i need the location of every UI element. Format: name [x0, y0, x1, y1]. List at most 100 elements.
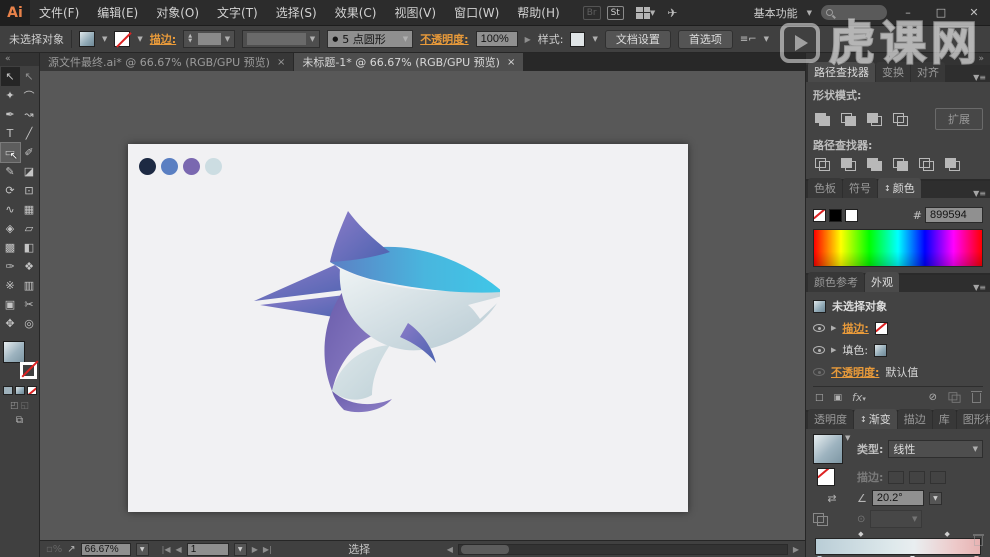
visibility-eye-icon[interactable]	[813, 324, 825, 332]
first-artboard-icon[interactable]: |◀	[162, 545, 171, 554]
gradient-midpoint-icon[interactable]: ◆	[858, 530, 863, 538]
menu-select[interactable]: 选择(S)	[267, 4, 326, 21]
opacity-field[interactable]	[476, 31, 518, 47]
gradient-type-dropdown[interactable]: 线性 ▼	[888, 440, 983, 458]
menu-help[interactable]: 帮助(H)	[508, 4, 568, 21]
opacity-arrow-icon[interactable]: ▶	[525, 35, 531, 44]
menu-effect[interactable]: 效果(C)	[326, 4, 386, 21]
reverse-gradient-icon[interactable]: ⇄	[813, 492, 851, 505]
line-segment-tool[interactable]: ╱	[20, 124, 39, 143]
fill-swatch-arrow-icon[interactable]: ▼	[102, 35, 107, 43]
gradient-fill-stroke-toggle[interactable]	[817, 468, 835, 486]
minus-front-icon[interactable]	[841, 113, 856, 126]
none-swatch[interactable]	[813, 209, 826, 222]
rotate-tool[interactable]: ⟳	[1, 181, 20, 200]
divide-icon[interactable]	[815, 158, 830, 171]
color-mode-button[interactable]	[3, 386, 13, 395]
stroke-color-indicator[interactable]	[20, 362, 37, 379]
gradient-bar[interactable]	[815, 538, 981, 555]
variable-width-dropdown[interactable]: ▼	[242, 30, 320, 48]
stroke-stepper-icon[interactable]: ▲▼	[188, 34, 194, 44]
menu-window[interactable]: 窗口(W)	[445, 4, 508, 21]
appearance-fill-swatch[interactable]	[874, 344, 887, 357]
delete-item-icon[interactable]	[972, 393, 981, 403]
free-transform-tool[interactable]: ⊡	[20, 181, 39, 200]
stroke-along-icon[interactable]	[909, 471, 925, 484]
tab-appearance[interactable]: 外观	[865, 272, 899, 292]
visibility-eye-icon[interactable]	[813, 368, 825, 376]
angle-field[interactable]	[872, 490, 924, 506]
zoom-field[interactable]	[81, 543, 131, 556]
magic-wand-tool[interactable]: ✦	[1, 86, 20, 105]
zoom-arrow-icon[interactable]: ▼	[136, 543, 149, 556]
stroke-weight-dropdown[interactable]: ▲▼ ▼	[183, 30, 235, 48]
expand-arrow-icon[interactable]: ▶	[831, 324, 836, 332]
angle-input[interactable]	[877, 492, 919, 504]
canvas[interactable]	[40, 71, 805, 540]
scale-tool[interactable]: ▱	[20, 219, 39, 238]
tab-transparency[interactable]: 透明度	[808, 409, 853, 429]
perspective-grid-tool[interactable]: ▦	[20, 200, 39, 219]
scroll-right-icon[interactable]: ▶	[793, 545, 799, 554]
pen-tool[interactable]: ✒	[1, 105, 20, 124]
stroke-weight-link[interactable]: 描边:	[150, 31, 176, 47]
align-arrow-icon[interactable]: ▼	[764, 35, 769, 43]
gradient-thumb-arrow-icon[interactable]: ▼	[845, 434, 850, 442]
stroke-across-icon[interactable]	[930, 471, 946, 484]
gradient-type-arrow-icon[interactable]: ▼	[973, 445, 978, 453]
appearance-fill-label[interactable]: 填色:	[842, 342, 868, 358]
draw-behind-icon[interactable]: ◱	[21, 401, 30, 411]
screen-mode-icon[interactable]: ⧉	[0, 415, 39, 426]
appearance-stroke-link[interactable]: 描边:	[842, 320, 868, 336]
tab-align[interactable]: 对齐	[911, 62, 945, 82]
white-swatch[interactable]	[845, 209, 858, 222]
menu-file[interactable]: 文件(F)	[30, 4, 88, 21]
aspect-ratio-dropdown[interactable]: ▼	[870, 510, 922, 528]
delete-stop-icon[interactable]	[974, 536, 983, 546]
shark-logo[interactable]	[240, 195, 500, 415]
clear-appearance-icon[interactable]: ⊘	[929, 392, 937, 403]
lasso-tool[interactable]: ⌒	[20, 86, 39, 105]
column-graph-tool[interactable]: ▥	[20, 276, 39, 295]
curvature-tool[interactable]: ↝	[20, 105, 39, 124]
minus-back-icon[interactable]	[945, 158, 960, 171]
panel-menu-icon[interactable]: ▼≡	[969, 73, 990, 82]
color-spectrum[interactable]	[813, 229, 983, 267]
scroll-left-icon[interactable]: ◀	[447, 545, 453, 554]
hand-tool[interactable]: ✥	[1, 314, 20, 333]
zoom-tool[interactable]: ◎	[20, 314, 39, 333]
hex-field[interactable]	[925, 207, 983, 223]
prev-artboard-icon[interactable]: ◀	[176, 545, 182, 554]
merge-icon[interactable]	[867, 158, 882, 171]
document-setup-button[interactable]: 文档设置	[605, 30, 671, 49]
stroke-swatch-arrow-icon[interactable]: ▼	[137, 35, 142, 43]
tab-close-icon[interactable]: ×	[277, 57, 285, 68]
menu-view[interactable]: 视图(V)	[385, 4, 445, 21]
palette-dot-purple[interactable]	[183, 158, 200, 175]
palette-dot-navy[interactable]	[139, 158, 156, 175]
panel-menu-icon[interactable]: ▼≡	[969, 283, 990, 292]
none-mode-button[interactable]	[27, 386, 37, 395]
tab-color-guide[interactable]: 颜色参考	[808, 272, 864, 292]
tab-close-icon[interactable]: ×	[507, 57, 515, 68]
minimize-button[interactable]: –	[896, 6, 920, 19]
gradient-midpoint-icon[interactable]: ◆	[944, 530, 949, 538]
bridge-icon[interactable]: Br	[583, 6, 601, 20]
tab-pathfinder[interactable]: 路径查找器	[808, 62, 875, 82]
stroke-within-icon[interactable]	[888, 471, 904, 484]
stroke-swatch[interactable]	[114, 31, 130, 47]
scrollbar-thumb[interactable]	[461, 545, 509, 554]
new-fill-icon[interactable]: ▣	[834, 393, 843, 403]
stroke-weight-arrow-icon[interactable]: ▼	[225, 35, 230, 43]
search-input[interactable]	[837, 7, 877, 18]
palette-dot-pale[interactable]	[205, 158, 222, 175]
draw-normal-icon[interactable]: ◰	[10, 401, 19, 411]
pencil-tool[interactable]: ✎	[1, 162, 20, 181]
stock-icon[interactable]: St	[607, 6, 624, 20]
tab-swatches[interactable]: 色板	[808, 178, 842, 198]
paintbrush-tool[interactable]: ✐	[20, 143, 39, 162]
expand-arrow-icon[interactable]: ▶	[831, 346, 836, 354]
tab-symbols[interactable]: 符号	[843, 178, 877, 198]
blend-tool[interactable]: ❖	[20, 257, 39, 276]
unite-icon[interactable]	[815, 113, 830, 126]
